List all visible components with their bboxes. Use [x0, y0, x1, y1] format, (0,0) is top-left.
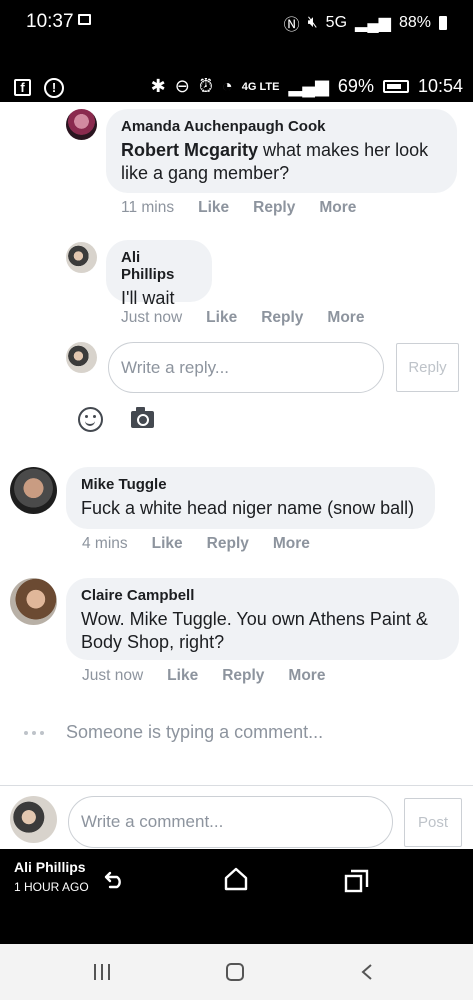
comment-composer: Write a comment... Post [0, 785, 473, 849]
timestamp: 11 mins [121, 199, 175, 216]
recents-icon[interactable] [94, 964, 110, 980]
reply-actions: Just now Like Reply More [121, 309, 364, 327]
comments-thread: Amanda Auchenpaugh Cook Robert Mcgarity … [0, 102, 473, 785]
avatar[interactable] [10, 467, 57, 514]
network-label: 5G [325, 14, 348, 31]
facebook-icon: f [14, 79, 31, 96]
more-button[interactable]: More [288, 667, 325, 685]
dnd-icon: ⊖ [174, 76, 190, 96]
outer-status-bar: 10:37 Ⓝ 🔇︎ 5G ▂▄▆ 88% [0, 0, 473, 44]
mention-link[interactable]: Robert Mcgarity [121, 140, 258, 160]
reply-button[interactable]: Reply [207, 535, 249, 553]
wifi-icon: ◔ [221, 76, 233, 96]
battery-icon [439, 16, 447, 30]
system-navigation-bar [0, 944, 473, 1000]
signal-icon: ▂▄▆ [355, 15, 391, 32]
battery-icon [382, 80, 409, 93]
author-name[interactable]: Mike Tuggle [81, 476, 420, 493]
reply-button[interactable]: Reply [222, 667, 264, 685]
comment-actions: 4 mins Like Reply More [82, 535, 310, 553]
gallery-icon [78, 14, 91, 25]
avatar [66, 342, 97, 373]
like-button[interactable]: Like [152, 535, 183, 553]
more-button[interactable]: More [319, 199, 356, 217]
author-name[interactable]: Claire Campbell [81, 587, 444, 604]
typing-text: Someone is typing a comment... [66, 722, 324, 742]
reply-input[interactable]: Write a reply... [108, 342, 384, 393]
comment-bubble[interactable]: Claire Campbell Wow. Mike Tuggle. You ow… [66, 578, 459, 660]
reply-text: I'll wait [121, 288, 175, 308]
reply-bubble[interactable]: Ali Phillips I'll wait [106, 240, 212, 308]
status-icons: Ⓝ 🔇︎ 5G ▂▄▆ 88% [284, 11, 447, 35]
reply-submit-button[interactable]: Reply [396, 343, 459, 392]
battery-percent: 88% [398, 14, 431, 31]
story-overlay-bar: Ali Phillips 1 HOUR AGO [0, 849, 473, 944]
like-button[interactable]: Like [206, 309, 237, 327]
status-time: 10:54 [417, 76, 463, 96]
avatar[interactable] [10, 578, 57, 625]
emoji-icon[interactable] [78, 407, 103, 432]
like-button[interactable]: Like [198, 199, 229, 217]
more-button[interactable]: More [327, 309, 364, 327]
post-button[interactable]: Post [404, 798, 462, 847]
reply-actions: 11 mins Like Reply More [121, 199, 356, 217]
author-name[interactable]: Amanda Auchenpaugh Cook [121, 118, 442, 135]
like-button[interactable]: Like [167, 667, 198, 685]
comment-text: Wow. Mike Tuggle. You own Athens Paint &… [81, 609, 428, 652]
nfc-icon: Ⓝ [283, 17, 300, 34]
inner-status-bar: f ! ✱ ⊖ ⏰︎ ◔ 4G LTE ▂▄▆ 69% 10:54 [0, 44, 473, 102]
typing-indicator: Someone is typing a comment... [24, 722, 323, 743]
timestamp: Just now [121, 309, 183, 326]
timestamp: 4 mins [82, 535, 128, 552]
battery-percent: 69% [337, 76, 374, 96]
alert-icon: ! [44, 78, 64, 98]
reply-button[interactable]: Reply [253, 199, 295, 217]
mute-icon: 🔇︎ [307, 14, 318, 31]
status-time: 10:37 [26, 11, 74, 32]
typing-dots-icon [24, 730, 44, 735]
alarm-icon: ⏰︎ [198, 76, 213, 96]
avatar [10, 796, 57, 843]
back-icon[interactable] [360, 964, 374, 980]
avatar[interactable] [66, 109, 97, 140]
comment-input[interactable]: Write a comment... [68, 796, 393, 848]
reply-bubble[interactable]: Amanda Auchenpaugh Cook Robert Mcgarity … [106, 109, 457, 193]
camera-icon[interactable] [131, 407, 154, 428]
home-icon[interactable] [226, 963, 244, 981]
recent-apps-icon[interactable] [344, 869, 370, 893]
avatar[interactable] [66, 242, 97, 273]
network-label: 4G LTE [241, 80, 280, 93]
timestamp: Just now [82, 667, 144, 684]
comment-text: Fuck a white head niger name (snow ball) [81, 498, 415, 518]
post-time: 1 HOUR AGO [14, 880, 89, 894]
author-name[interactable]: Ali Phillips [121, 249, 197, 283]
comment-bubble[interactable]: Mike Tuggle Fuck a white head niger name… [66, 467, 435, 529]
more-button[interactable]: More [273, 535, 310, 553]
undo-icon[interactable] [104, 869, 126, 889]
reply-button[interactable]: Reply [261, 309, 303, 327]
signal-icon: ▂▄▆ [288, 76, 329, 96]
reply-text: Robert Mcgarity what makes her look like… [121, 140, 429, 183]
inner-status-icons: ✱ ⊖ ⏰︎ ◔ 4G LTE ▂▄▆ 69% 10:54 [151, 76, 463, 97]
home-icon[interactable] [222, 867, 250, 891]
owner-name[interactable]: Ali Phillips [14, 859, 86, 875]
bluetooth-icon: ✱ [150, 76, 166, 96]
comment-actions: Just now Like Reply More [82, 667, 325, 685]
